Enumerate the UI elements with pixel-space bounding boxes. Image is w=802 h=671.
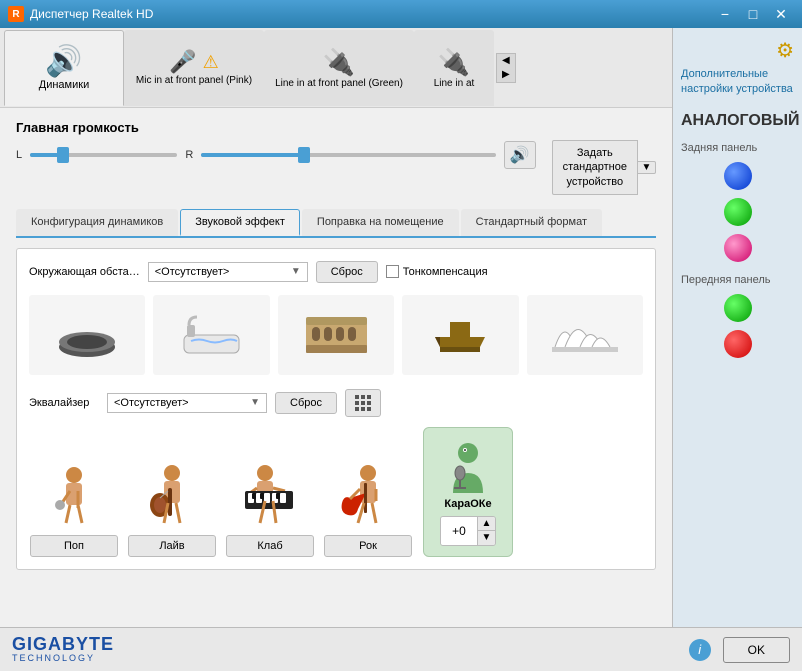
device-tab-mic-front-label: Mic in at front panel (Pink) [136,75,252,86]
device-tab-mic-front[interactable]: 🎤 ⚠ Mic in at front panel (Pink) [124,30,264,106]
jack-green-front [681,290,794,326]
volume-speaker-button[interactable]: 🔊 [504,141,536,169]
device-tab-speakers-label: Динамики [39,79,89,91]
eq-preset-pop-icon[interactable] [29,461,119,531]
eq-preset-club-icon[interactable] [225,461,315,531]
env-icon-opera[interactable] [527,295,643,375]
eq-preset-rock-button[interactable]: Рок [324,535,412,557]
maximize-button[interactable]: □ [740,4,766,24]
tab-scroll: ◀ ▶ [496,53,516,83]
brand-name: GIGABYTE [12,635,114,655]
equalizer-label: Эквалайзер [29,397,99,409]
karaoke-arrows: ▲ ▼ [477,517,495,545]
device-tab-line-front[interactable]: 🔌 Line in at front panel (Green) [264,30,414,106]
environment-reset-button[interactable]: Сброс [316,261,378,283]
eq-preset-live-button[interactable]: Лайв [128,535,216,557]
set-default-arrow[interactable]: ▼ [638,161,656,174]
app-icon: R [8,6,24,22]
tab-sound-effect[interactable]: Звуковой эффект [180,209,300,236]
content-area: Главная громкость L R 🔊 [0,108,672,627]
tab-format[interactable]: Стандартный формат [461,209,602,236]
window-controls: − □ ✕ [712,4,794,24]
ok-button[interactable]: OK [723,637,790,663]
volume-slider[interactable] [30,153,177,157]
eq-preset-live-icon[interactable] [127,461,217,531]
eq-presets-row: Поп [29,427,643,557]
set-default-label: Задать стандартное устройство [552,140,638,195]
volume-r-label: R [185,149,193,161]
eq-preset-pop-button[interactable]: Поп [30,535,118,557]
environment-icons [29,295,643,375]
main-container: 🔊 Динамики 🎤 ⚠ Mic in at front panel (Pi… [0,28,802,627]
karaoke-down-button[interactable]: ▼ [477,531,495,545]
tab-scroll-right[interactable]: ▶ [497,68,515,82]
device-tabs: 🔊 Динамики 🎤 ⚠ Mic in at front panel (Pi… [0,28,672,108]
env-icon-colosseum[interactable] [278,295,394,375]
tonecomp-label: Тонкомпенсация [403,266,488,278]
close-button[interactable]: ✕ [768,4,794,24]
karaoke-value: +0 [441,517,477,545]
device-tab-line-rear-label: Line in at [434,78,475,89]
jack-green-rear [681,194,794,230]
karaoke-section: КараОКе +0 ▲ ▼ [423,427,513,557]
jack-blue [681,158,794,194]
equalizer-grid-button[interactable] [345,389,381,417]
environment-select[interactable]: <Отсутствует> ▼ [148,262,308,282]
eq-preset-rock: Рок [323,461,413,557]
device-settings-link[interactable]: Дополнительные настройки устройства [681,67,794,98]
karaoke-up-button[interactable]: ▲ [477,517,495,531]
titlebar: R Диспетчер Realtek HD − □ ✕ [0,0,802,28]
gigabyte-logo: GIGABYTE TECHNOLOGY [12,635,114,665]
device-tab-line-rear[interactable]: 🔌 Line in at [414,30,494,106]
jack-pink [681,230,794,266]
sound-effect-panel: Окружающая обста… <Отсутствует> ▼ Сброс … [16,248,656,570]
rear-panel-label: Задняя панель [681,142,794,154]
eq-preset-club-button[interactable]: Клаб [226,535,314,557]
karaoke-stepper: +0 ▲ ▼ [440,516,496,546]
eq-presets: Поп [29,461,413,557]
env-icon-bath[interactable] [153,295,269,375]
equalizer-select[interactable]: <Отсутствует> ▼ [107,393,267,413]
volume-l-label: L [16,149,22,161]
settings-icon: ⚙ [776,38,794,63]
equalizer-row: Эквалайзер <Отсутствует> ▼ Сброс [29,389,643,417]
front-panel-label: Передняя панель [681,274,794,286]
titlebar-title: Диспетчер Realtek HD [30,7,712,21]
equalizer-reset-button[interactable]: Сброс [275,392,337,414]
eq-preset-live: Лайв [127,461,217,557]
device-tab-line-front-label: Line in at front panel (Green) [275,78,403,89]
env-icon-stone[interactable] [29,295,145,375]
function-tabs: Конфигурация динамиков Звуковой эффект П… [16,209,656,238]
info-button[interactable]: i [689,639,711,661]
karaoke-label: КараОКе [444,498,491,510]
volume-label: Главная громкость [16,120,536,135]
jack-red [681,326,794,362]
eq-preset-club: Клаб [225,461,315,557]
karaoke-icon [438,438,498,498]
environment-select-arrow: ▼ [291,266,301,277]
bottom-bar: GIGABYTE TECHNOLOGY i OK [0,627,802,671]
right-panel: ⚙ Дополнительные настройки устройства АН… [672,28,802,627]
env-icon-box[interactable] [402,295,518,375]
device-tab-speakers[interactable]: 🔊 Динамики [4,30,124,106]
eq-preset-pop: Поп [29,461,119,557]
eq-preset-rock-icon[interactable] [323,461,413,531]
tab-scroll-left[interactable]: ◀ [497,54,515,68]
equalizer-select-arrow: ▼ [250,397,260,408]
volume-slider-2[interactable] [201,153,495,157]
volume-row: L R 🔊 [16,141,536,169]
tonecomp-checkbox[interactable] [386,265,399,278]
volume-section: Главная громкость L R 🔊 [16,120,536,169]
tab-config[interactable]: Конфигурация динамиков [16,209,178,236]
left-panel: 🔊 Динамики 🎤 ⚠ Mic in at front panel (Pi… [0,28,672,627]
minimize-button[interactable]: − [712,4,738,24]
technology-text: TECHNOLOGY [12,654,114,664]
tab-room[interactable]: Поправка на помещение [302,209,459,236]
analog-title: АНАЛОГОВЫЙ [681,112,794,130]
set-default-button[interactable]: Задать стандартное устройство ▼ [552,140,656,195]
environment-label: Окружающая обста… [29,266,140,278]
tonecomp-check: Тонкомпенсация [386,265,488,278]
environment-row: Окружающая обста… <Отсутствует> ▼ Сброс … [29,261,643,283]
